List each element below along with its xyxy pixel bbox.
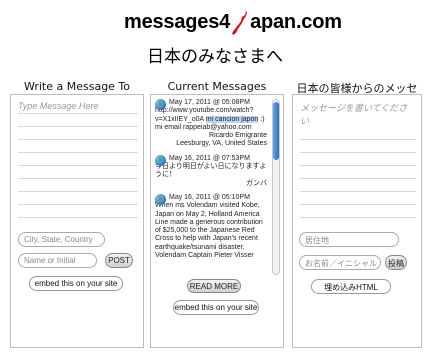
current-messages-panel: May 17, 2011 @ 05:08PM http://www.youtub…	[150, 94, 284, 348]
message-scrollbar[interactable]	[272, 99, 280, 275]
embed-button[interactable]: embed this on your site	[29, 276, 123, 291]
logo-text-left: messages4	[124, 10, 231, 33]
embed-button[interactable]: 埋め込みHTML	[311, 279, 391, 294]
location-input[interactable]: 居住地	[299, 232, 399, 247]
message-list[interactable]: May 17, 2011 @ 05:08PM http://www.youtub…	[155, 99, 269, 275]
japan-map-icon	[231, 8, 249, 36]
logo-text-right: apan.com	[250, 10, 342, 33]
name-input[interactable]: Name or Initial	[18, 253, 97, 268]
message-item: May 17, 2011 @ 05:08PM http://www.youtub…	[155, 99, 269, 149]
message-placeholder: Type Message Here	[18, 101, 101, 111]
name-input[interactable]: お名前／イニシャル	[299, 255, 381, 270]
message-item: May 16, 2011 @ 05:10PM When ms Volendam …	[155, 193, 269, 260]
japanese-message-panel: メッセージを書いてください 居住地 お名前／イニシャル 投稿 埋め込みHTML	[292, 94, 422, 348]
write-message-panel: Type Message Here City, State, Country N…	[10, 94, 144, 348]
globe-icon	[155, 99, 166, 110]
location-input[interactable]: City, State, Country	[18, 232, 105, 247]
message-date: May 16, 2011 @ 07:53PM	[169, 154, 250, 162]
message-textarea[interactable]: メッセージを書いてください	[300, 101, 416, 225]
embed-button[interactable]: embed this on your site	[173, 300, 259, 315]
globe-icon	[155, 154, 166, 166]
message-placeholder: メッセージを書いてください	[300, 101, 416, 127]
site-header: messages4 apan.com 日本のみなさまへ	[0, 0, 430, 67]
post-button[interactable]: 投稿	[385, 255, 407, 270]
message-body: When ms Volendam visited Kobe, Japan on …	[155, 202, 263, 260]
scrollbar-thumb[interactable]	[273, 102, 279, 160]
site-logo[interactable]: messages4 apan.com	[124, 8, 342, 36]
current-messages-title: Current Messages	[167, 80, 267, 93]
message-date: May 16, 2011 @ 05:10PM	[169, 193, 250, 201]
read-more-button[interactable]: READ MORE	[187, 279, 241, 293]
message-body: 今日より明日がよい日になりますように！	[155, 163, 267, 179]
globe-icon	[155, 193, 166, 205]
post-button[interactable]: POST	[105, 253, 133, 268]
message-author: Ricardo Emigrante	[209, 132, 267, 140]
page-subtitle: 日本のみなさまへ	[147, 47, 283, 67]
highlighted-text: mi cancion japon	[205, 115, 259, 123]
message-body: http://www.youtube.com/watch?v=X1xIIEY_o…	[155, 107, 265, 131]
message-date: May 17, 2011 @ 05:08PM	[169, 99, 250, 106]
message-textarea[interactable]: Type Message Here	[18, 101, 138, 225]
message-item: May 16, 2011 @ 07:53PM 今日より明日がよい日になりますよう…	[155, 154, 269, 188]
message-author: ガンバ	[246, 179, 267, 187]
message-location: Leesburgy, VA, United States	[176, 140, 267, 148]
